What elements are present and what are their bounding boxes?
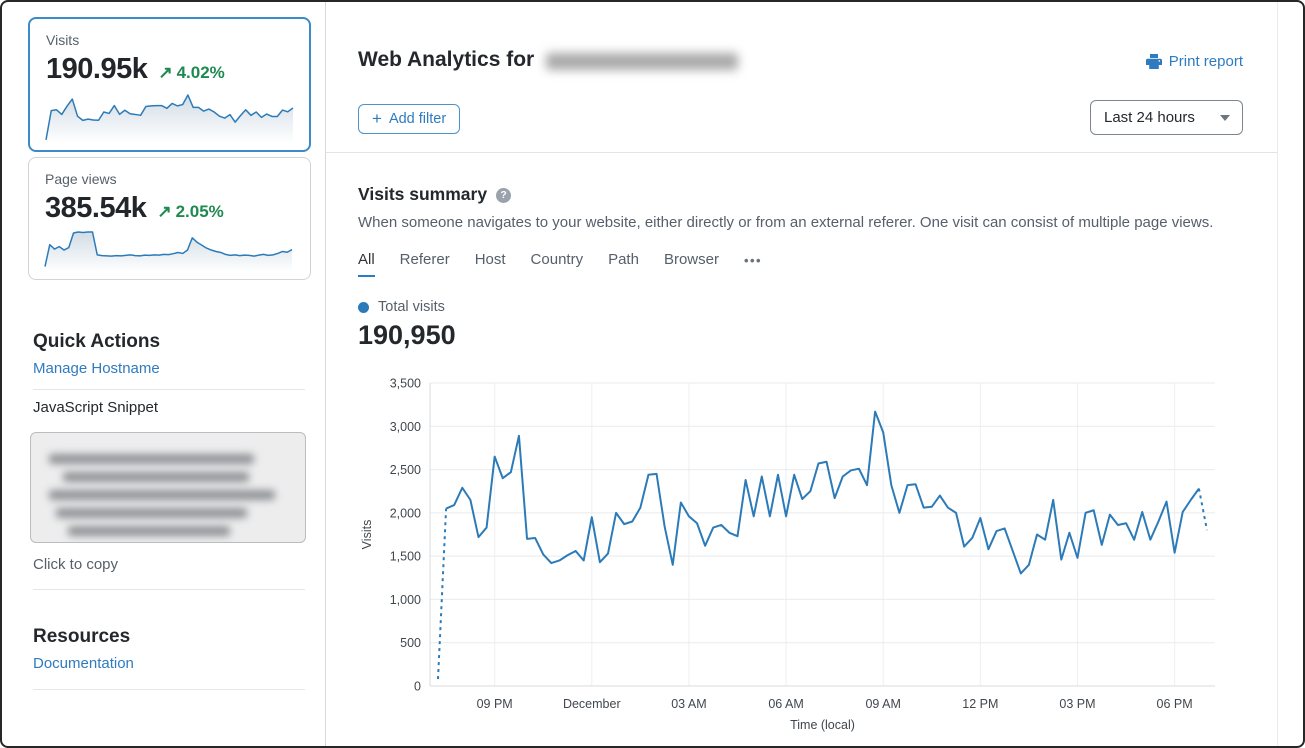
visits-chart: 09 PM December 03 AM 06 AM 09 AM 12 PM 03 PM 06… xyxy=(358,368,1244,734)
svg-text:Visits: Visits xyxy=(360,520,374,550)
help-icon[interactable]: ? xyxy=(496,188,511,203)
tab-host[interactable]: Host xyxy=(475,251,506,268)
visits-summary-description: When someone navigates to your website, … xyxy=(358,214,1278,231)
svg-text:12 PM: 12 PM xyxy=(962,697,998,711)
divider xyxy=(33,589,305,590)
visits-summary-heading: Visits summary ? xyxy=(358,184,511,205)
javascript-snippet-label: JavaScript Snippet xyxy=(33,399,158,416)
svg-text:December: December xyxy=(563,697,621,711)
pageviews-sparkline-chart xyxy=(43,226,294,272)
time-range-value: Last 24 hours xyxy=(1104,109,1195,126)
svg-text:3,000: 3,000 xyxy=(390,420,421,434)
visits-card-delta: ↗ 4.02% xyxy=(158,63,224,83)
trend-up-icon: ↗ xyxy=(158,63,172,83)
print-report-label: Print report xyxy=(1169,53,1243,70)
tab-country[interactable]: Country xyxy=(531,251,584,268)
site-domain-redacted xyxy=(546,53,738,70)
svg-text:1,500: 1,500 xyxy=(390,550,421,564)
print-report-button[interactable]: Print report xyxy=(1146,53,1243,70)
svg-text:06 AM: 06 AM xyxy=(768,697,803,711)
svg-text:09 AM: 09 AM xyxy=(865,697,900,711)
add-filter-label: Add filter xyxy=(389,111,446,127)
printer-icon xyxy=(1146,54,1162,69)
tab-all[interactable]: All xyxy=(358,251,375,268)
svg-text:0: 0 xyxy=(414,680,421,694)
svg-text:3,500: 3,500 xyxy=(390,377,421,391)
metric-card-pageviews[interactable]: Page views 385.54k ↗ 2.05% xyxy=(28,157,311,280)
legend-label: Total visits xyxy=(378,299,445,315)
documentation-link[interactable]: Documentation xyxy=(33,655,134,672)
divider xyxy=(33,389,305,390)
svg-text:2,000: 2,000 xyxy=(390,506,421,520)
panel-right-edge xyxy=(1277,0,1278,748)
chart-legend: Total visits xyxy=(358,299,445,315)
page-title: Web Analytics for xyxy=(358,48,738,72)
svg-text:Time (local): Time (local) xyxy=(790,718,855,732)
chevron-down-icon xyxy=(1220,115,1230,121)
svg-text:2,500: 2,500 xyxy=(390,463,421,477)
time-range-dropdown[interactable]: Last 24 hours xyxy=(1090,100,1243,135)
page-title-text: Web Analytics for xyxy=(358,48,534,72)
web-analytics-dashboard: Visits 190.95k ↗ 4.02% Page views 385.54… xyxy=(0,0,1305,748)
snippet-blur-line xyxy=(49,454,254,464)
snippet-blur-line xyxy=(49,490,275,500)
divider xyxy=(33,689,305,690)
visits-chart-container: 09 PM December 03 AM 06 AM 09 AM 12 PM 03 PM 06… xyxy=(358,368,1244,739)
pageviews-card-value: 385.54k xyxy=(45,192,146,225)
snippet-blur-line xyxy=(68,526,230,536)
javascript-snippet-box[interactable] xyxy=(30,432,306,543)
svg-text:03 PM: 03 PM xyxy=(1059,697,1095,711)
add-filter-button[interactable]: + Add filter xyxy=(358,104,460,134)
pageviews-card-label: Page views xyxy=(45,171,294,187)
snippet-blur-line xyxy=(63,472,249,482)
click-to-copy-hint: Click to copy xyxy=(33,556,118,573)
legend-dot-icon xyxy=(358,302,369,313)
trend-up-icon: ↗ xyxy=(157,202,171,222)
more-tabs-button[interactable]: ••• xyxy=(744,253,762,268)
metric-card-visits[interactable]: Visits 190.95k ↗ 4.02% xyxy=(28,17,311,152)
summary-tabs: All Referer Host Country Path Browser ••… xyxy=(358,251,762,268)
tab-browser[interactable]: Browser xyxy=(664,251,719,268)
svg-text:1,000: 1,000 xyxy=(390,593,421,607)
pageviews-card-delta: ↗ 2.05% xyxy=(157,202,223,222)
tab-path[interactable]: Path xyxy=(608,251,639,268)
tab-referer[interactable]: Referer xyxy=(400,251,450,268)
svg-text:03 AM: 03 AM xyxy=(671,697,706,711)
visits-sparkline-chart xyxy=(44,89,295,143)
manage-hostname-link[interactable]: Manage Hostname xyxy=(33,360,160,377)
svg-text:06 PM: 06 PM xyxy=(1157,697,1193,711)
svg-text:09 PM: 09 PM xyxy=(477,697,513,711)
quick-actions-heading: Quick Actions xyxy=(33,331,160,353)
sidebar-main-divider xyxy=(325,0,326,748)
visits-card-value: 190.95k xyxy=(46,53,147,86)
header-divider xyxy=(326,152,1277,153)
snippet-blur-line xyxy=(56,508,246,518)
resources-heading: Resources xyxy=(33,626,130,648)
visits-card-label: Visits xyxy=(46,32,293,48)
pageviews-delta-percent: 2.05% xyxy=(176,202,224,222)
visits-summary-title-text: Visits summary xyxy=(358,184,487,205)
plus-icon: + xyxy=(372,110,382,127)
visits-delta-percent: 4.02% xyxy=(177,63,225,83)
total-visits-value: 190,950 xyxy=(358,320,456,351)
svg-text:500: 500 xyxy=(400,636,421,650)
